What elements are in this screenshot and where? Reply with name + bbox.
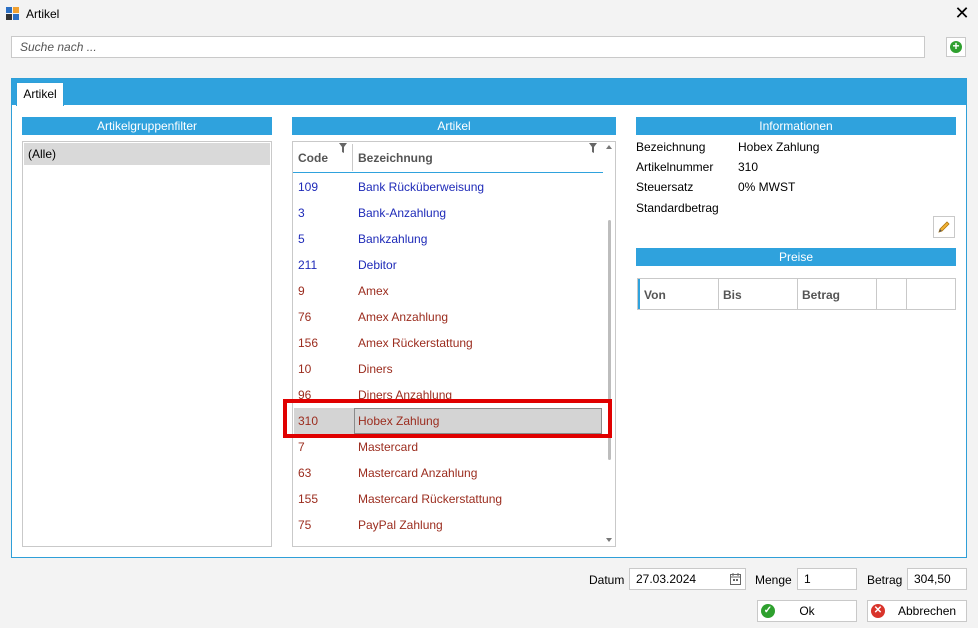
cancel-icon: ✕ — [871, 604, 885, 618]
cancel-button[interactable]: ✕ Abbrechen — [867, 600, 967, 622]
info-header: Informationen — [636, 117, 956, 135]
table-row[interactable]: 156 Amex Rückerstattung — [294, 330, 602, 356]
table-row[interactable]: 3 Bank-Anzahlung — [294, 200, 602, 226]
column-extra-2[interactable] — [907, 279, 955, 309]
column-extra-1[interactable] — [877, 279, 907, 309]
add-button[interactable]: + — [946, 37, 966, 57]
betrag-field[interactable]: 304,50 — [907, 568, 967, 590]
row-bezeichnung: Mastercard Anzahlung — [358, 466, 478, 480]
prices-header: Preise — [636, 248, 956, 266]
cancel-label: Abbrechen — [898, 604, 957, 618]
filter-icon[interactable] — [589, 143, 597, 153]
column-divider — [352, 144, 353, 171]
datum-label: Datum — [589, 573, 625, 587]
info-label-steuersatz: Steuersatz — [636, 180, 694, 194]
column-bezeichnung[interactable]: Bezeichnung — [358, 151, 433, 165]
info-label-standardbetrag: Standardbetrag — [636, 201, 719, 215]
info-label-artikelnummer: Artikelnummer — [636, 160, 714, 174]
search-input[interactable] — [11, 36, 925, 58]
scroll-down-icon[interactable] — [605, 537, 613, 543]
datum-value: 27.03.2024 — [636, 572, 697, 586]
row-code: 3 — [298, 206, 305, 220]
row-bezeichnung: Bank Rücküberweisung — [358, 180, 485, 194]
table-row[interactable]: 10 Diners — [294, 356, 602, 382]
row-code: 75 — [298, 518, 312, 532]
group-filter-list — [22, 141, 272, 547]
prices-grid: Von Bis Betrag — [637, 278, 956, 310]
ok-button[interactable]: ✓ Ok — [757, 600, 857, 622]
row-code: 156 — [298, 336, 319, 350]
datum-field[interactable]: 27.03.2024 — [629, 568, 746, 590]
menge-label: Menge — [755, 573, 792, 587]
row-bezeichnung: PayPal Zahlung — [358, 518, 443, 532]
articles-header: Artikel — [292, 117, 616, 135]
plus-icon: + — [950, 40, 962, 53]
row-bezeichnung: Bank-Anzahlung — [358, 206, 447, 220]
table-row[interactable]: 5 Bankzahlung — [294, 226, 602, 252]
tab-artikel[interactable]: Artikel — [16, 82, 64, 106]
pencil-icon — [938, 221, 950, 233]
column-betrag[interactable]: Betrag — [798, 279, 877, 309]
row-code: 63 — [298, 466, 312, 480]
table-row[interactable]: 155 Mastercard Rückerstattung — [294, 486, 602, 512]
row-bezeichnung: Mastercard Rückerstattung — [358, 492, 503, 506]
menge-field[interactable]: 1 — [797, 568, 857, 590]
row-code: 155 — [298, 492, 319, 506]
row-code: 76 — [298, 310, 312, 324]
group-item-all[interactable]: (Alle) — [24, 143, 270, 165]
close-icon[interactable]: ✕ — [950, 3, 974, 25]
column-von[interactable]: Von — [640, 279, 719, 309]
ok-label: Ok — [799, 604, 815, 618]
table-row[interactable]: 63 Mastercard Anzahlung — [294, 460, 602, 486]
row-bezeichnung: Amex — [358, 284, 389, 298]
row-bezeichnung: Amex Anzahlung — [358, 310, 449, 324]
column-bis[interactable]: Bis — [719, 279, 798, 309]
calendar-icon[interactable] — [730, 573, 741, 585]
info-value-artikelnummer: 310 — [738, 160, 759, 174]
title-bar — [0, 0, 978, 28]
table-row[interactable]: 75 PayPal Zahlung — [294, 512, 602, 538]
edit-button[interactable] — [933, 216, 955, 238]
table-row[interactable]: 211 Debitor — [294, 252, 602, 278]
betrag-label: Betrag — [867, 573, 903, 587]
selection-highlight — [283, 399, 612, 438]
row-bezeichnung: Amex Rückerstattung — [358, 336, 473, 350]
row-code: 211 — [298, 258, 318, 272]
table-row[interactable]: 109 Bank Rücküberweisung — [294, 174, 602, 200]
table-row[interactable]: 9 Amex — [294, 278, 602, 304]
row-code: 10 — [298, 362, 312, 376]
info-label-bezeichnung: Bezeichnung — [636, 140, 706, 154]
table-row[interactable]: 76 Amex Anzahlung — [294, 304, 602, 330]
info-value-steuersatz: 0% MWST — [738, 180, 796, 194]
tab-bar — [12, 79, 966, 105]
column-code[interactable]: Code — [298, 151, 328, 165]
row-bezeichnung: Debitor — [358, 258, 397, 272]
info-value-bezeichnung: Hobex Zahlung — [738, 140, 820, 154]
row-code: 9 — [298, 284, 305, 298]
row-bezeichnung: Diners — [358, 362, 393, 376]
app-icon — [6, 7, 20, 21]
scroll-up-icon[interactable] — [605, 144, 613, 150]
filter-icon[interactable] — [339, 143, 347, 153]
row-bezeichnung: Bankzahlung — [358, 232, 428, 246]
row-code: 5 — [298, 232, 305, 246]
window-title: Artikel — [26, 7, 60, 21]
group-filter-header: Artikelgruppenfilter — [22, 117, 272, 135]
row-code: 109 — [298, 180, 319, 194]
